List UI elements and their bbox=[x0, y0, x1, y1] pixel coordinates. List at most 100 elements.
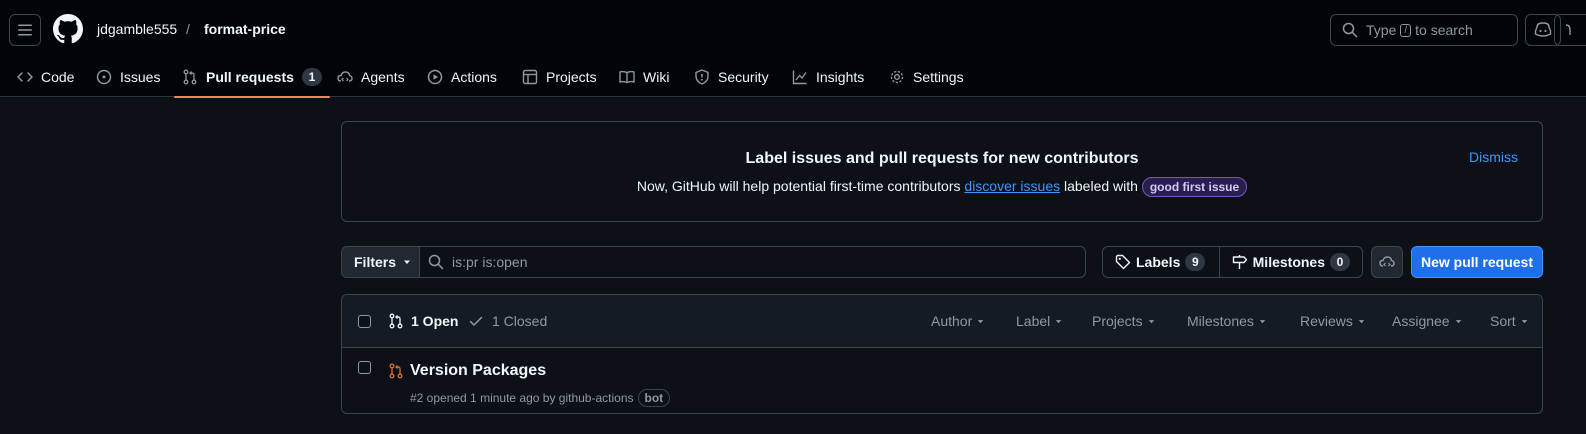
tab-insights[interactable]: Insights bbox=[792, 56, 864, 97]
git-pull-request-draft-icon bbox=[389, 363, 403, 379]
tab-label: Projects bbox=[546, 68, 597, 85]
banner-text-after: labeled with bbox=[1064, 178, 1138, 194]
search-suffix: to search bbox=[1415, 22, 1473, 38]
table-icon bbox=[522, 69, 538, 84]
code-icon bbox=[17, 71, 33, 82]
select-all-checkbox[interactable] bbox=[358, 315, 371, 328]
author-filter-label: Author bbox=[931, 313, 973, 329]
good-first-issue-label[interactable]: good first issue bbox=[1141, 177, 1248, 197]
milestones-label: Milestones bbox=[1252, 254, 1325, 270]
banner-text: Now, GitHub will help potential first-ti… bbox=[342, 177, 1542, 197]
triangle-down-icon bbox=[1521, 319, 1527, 323]
issue-opened-icon bbox=[96, 69, 112, 84]
graph-icon bbox=[792, 70, 807, 84]
cloud-icon bbox=[1565, 24, 1571, 35]
github-logo-icon[interactable] bbox=[53, 14, 83, 44]
cloud-agent-icon bbox=[1379, 256, 1395, 267]
breadcrumb-repo[interactable]: format-price bbox=[204, 21, 286, 37]
search-icon bbox=[428, 254, 444, 270]
global-search-button[interactable]: Type / to search bbox=[1330, 14, 1518, 46]
tab-label: Security bbox=[718, 68, 769, 85]
global-header: jdgamble555 / format-price Type / to sea… bbox=[0, 0, 1586, 98]
tab-label: Agents bbox=[361, 68, 405, 85]
new-pull-request-button[interactable]: New pull request bbox=[1411, 246, 1543, 278]
shield-icon bbox=[695, 68, 709, 85]
first-contributor-banner: Label issues and pull requests for new c… bbox=[341, 121, 1543, 222]
pr-title-link[interactable]: Version Packages bbox=[410, 362, 546, 380]
tab-pull-requests[interactable]: Pull requests 1 bbox=[174, 56, 330, 98]
labels-counter: 9 bbox=[1185, 253, 1206, 271]
tab-actions[interactable]: Actions bbox=[427, 56, 497, 97]
labels-milestones-group: Labels 9 Milestones 0 bbox=[1102, 246, 1363, 278]
play-icon bbox=[427, 69, 443, 84]
triangle-down-icon bbox=[1148, 319, 1154, 323]
check-icon bbox=[469, 316, 483, 326]
milestones-filter-label: Milestones bbox=[1187, 313, 1254, 329]
dismiss-button[interactable]: Dismiss bbox=[1469, 149, 1518, 165]
milestones-button[interactable]: Milestones 0 bbox=[1218, 247, 1362, 277]
label-filter[interactable]: Label bbox=[1016, 313, 1063, 329]
closed-count-label: 1 Closed bbox=[492, 313, 548, 329]
repo-nav: Code Issues Pull requests 1 Agents Actio… bbox=[0, 56, 1586, 98]
tab-label: Settings bbox=[913, 68, 964, 85]
breadcrumb-owner[interactable]: jdgamble555 bbox=[97, 21, 177, 37]
search-query: is:pr is:open bbox=[452, 254, 528, 270]
cloud-agent-icon bbox=[337, 70, 353, 82]
milestones-counter: 0 bbox=[1330, 253, 1350, 271]
pull-requests-counter: 1 bbox=[301, 67, 322, 86]
create-new-button[interactable] bbox=[1554, 14, 1586, 46]
agent-task-button[interactable] bbox=[1371, 246, 1403, 278]
tab-label: Issues bbox=[120, 68, 161, 85]
list-item: Version Packages #2 opened 1 minute ago … bbox=[342, 348, 1542, 413]
closed-filter-link[interactable]: 1 Closed bbox=[468, 313, 547, 329]
row-checkbox[interactable] bbox=[358, 361, 371, 374]
tab-projects[interactable]: Projects bbox=[522, 56, 597, 97]
label-filter-label: Label bbox=[1016, 313, 1051, 329]
list-header: 1 Open 1 Closed Author Label Projects Mi… bbox=[342, 295, 1542, 348]
pull-request-list: 1 Open 1 Closed Author Label Projects Mi… bbox=[341, 294, 1543, 414]
reviews-filter-label: Reviews bbox=[1300, 313, 1353, 329]
reviews-filter[interactable]: Reviews bbox=[1300, 313, 1366, 329]
menu-button[interactable] bbox=[9, 14, 41, 46]
git-pull-request-icon bbox=[389, 313, 403, 329]
pr-meta-text: #2 opened 1 minute ago by github-actions bbox=[410, 391, 634, 405]
tab-label: Actions bbox=[451, 68, 497, 85]
sort-filter-label: Sort bbox=[1490, 313, 1516, 329]
copilot-icon bbox=[1534, 22, 1552, 37]
bot-badge: bot bbox=[637, 389, 671, 407]
gear-icon bbox=[890, 70, 904, 83]
tab-wiki[interactable]: Wiki bbox=[619, 56, 669, 97]
tab-issues[interactable]: Issues bbox=[96, 56, 160, 97]
tab-security[interactable]: Security bbox=[694, 56, 769, 97]
discover-issues-link[interactable]: discover issues bbox=[964, 178, 1060, 194]
breadcrumb-separator: / bbox=[186, 21, 190, 37]
sort-filter[interactable]: Sort bbox=[1490, 313, 1529, 329]
pr-meta: #2 opened 1 minute ago by github-actions… bbox=[410, 389, 671, 407]
triangle-down-icon bbox=[978, 319, 984, 323]
assignee-filter[interactable]: Assignee bbox=[1392, 313, 1463, 329]
milestone-icon bbox=[1232, 255, 1247, 269]
labels-label: Labels bbox=[1136, 254, 1181, 270]
search-input[interactable]: is:pr is:open bbox=[419, 246, 1086, 278]
tab-settings[interactable]: Settings bbox=[889, 56, 964, 97]
milestones-filter[interactable]: Milestones bbox=[1187, 313, 1267, 329]
triangle-down-icon bbox=[1056, 319, 1062, 323]
open-filter-link[interactable]: 1 Open bbox=[388, 313, 458, 329]
tab-label: Insights bbox=[816, 68, 865, 85]
tag-icon bbox=[1115, 254, 1131, 270]
author-filter[interactable]: Author bbox=[931, 313, 985, 329]
tab-agents[interactable]: Agents bbox=[337, 56, 405, 97]
filters-label: Filters bbox=[354, 254, 397, 270]
tab-label: Pull requests bbox=[206, 68, 294, 85]
labels-button[interactable]: Labels 9 bbox=[1103, 247, 1219, 277]
projects-filter[interactable]: Projects bbox=[1092, 313, 1156, 329]
hamburger-icon bbox=[18, 24, 32, 36]
triangle-down-icon bbox=[1455, 319, 1461, 323]
search-icon bbox=[1342, 22, 1358, 38]
book-icon bbox=[619, 70, 635, 83]
filters-button[interactable]: Filters bbox=[341, 246, 420, 278]
tab-code[interactable]: Code bbox=[17, 56, 74, 97]
banner-title: Label issues and pull requests for new c… bbox=[745, 150, 1139, 167]
git-pull-request-icon bbox=[183, 69, 197, 84]
tab-label: Wiki bbox=[643, 68, 670, 85]
